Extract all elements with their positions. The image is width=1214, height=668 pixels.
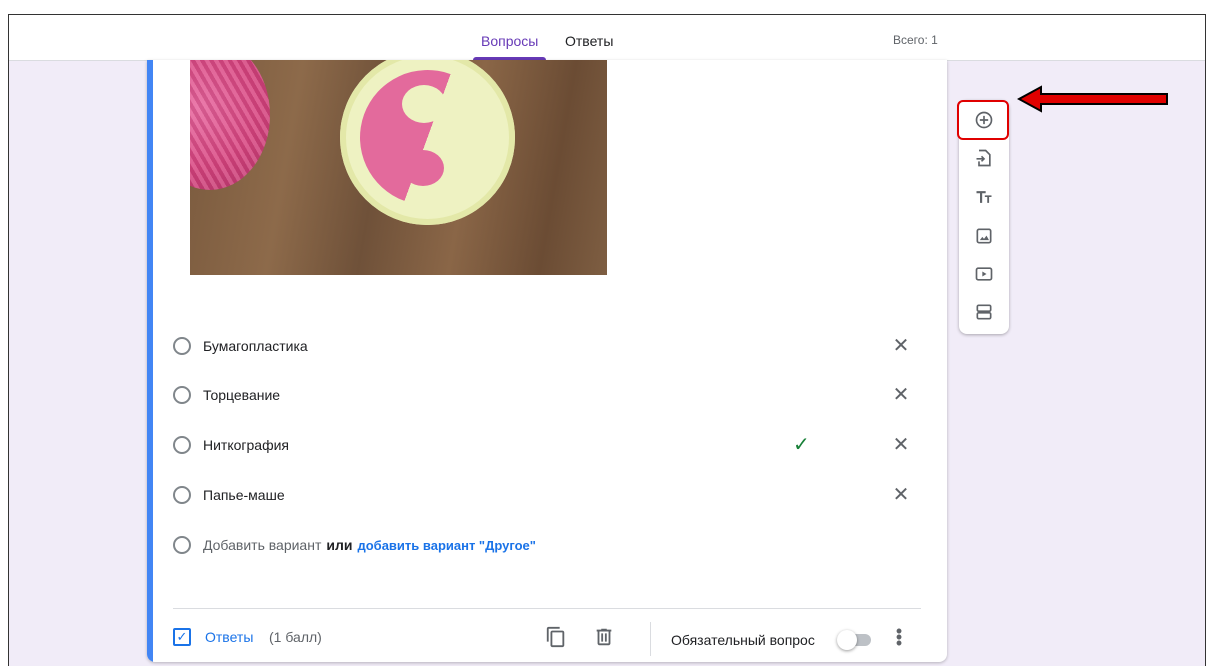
points-label: (1 балл) (269, 629, 322, 645)
answer-key-icon[interactable]: ✓ (173, 628, 191, 646)
tab-questions[interactable]: Вопросы (473, 33, 547, 60)
add-question-highlight (957, 100, 1009, 140)
add-other-option-link[interactable]: добавить вариант "Другое" (357, 538, 535, 553)
add-video-icon[interactable] (972, 262, 996, 286)
option-label[interactable]: Папье-маше (203, 487, 285, 503)
tab-responses[interactable]: Ответы (557, 33, 621, 60)
more-options-icon[interactable]: • • • (895, 622, 903, 652)
radio-button (173, 386, 191, 404)
option-4[interactable]: Папье-маше (173, 483, 285, 507)
app-frame: Вопросы Ответы Всего: 1 Бумагопластика ✕… (8, 14, 1206, 666)
active-card-stripe (147, 60, 153, 662)
add-image-icon[interactable] (972, 224, 996, 248)
total-count: Всего: 1 (893, 33, 938, 47)
radio-button (173, 486, 191, 504)
required-toggle[interactable] (837, 630, 873, 650)
add-section-icon[interactable] (972, 300, 996, 324)
add-option-row: Добавить вариант или добавить вариант "Д… (173, 533, 536, 557)
option-label[interactable]: Бумагопластика (203, 338, 308, 354)
remove-option-2-icon[interactable]: ✕ (889, 383, 913, 407)
required-label: Обязательный вопрос (671, 632, 815, 648)
option-label[interactable]: Торцевание (203, 387, 280, 403)
yarn-ball (190, 60, 270, 190)
radio-button (173, 436, 191, 454)
annotation-arrow-icon (1017, 85, 1168, 113)
footer-separator (650, 622, 651, 656)
correct-answer-check-icon: ✓ (793, 434, 810, 456)
answer-key-button[interactable]: Ответы (205, 629, 253, 645)
top-bar: Вопросы Ответы Всего: 1 (9, 15, 1205, 61)
option-label[interactable]: Ниткография (203, 437, 289, 453)
option-2[interactable]: Торцевание (173, 383, 280, 407)
import-questions-icon[interactable] (972, 146, 996, 170)
footer-divider (173, 608, 921, 609)
remove-option-3-icon[interactable]: ✕ (889, 433, 913, 457)
yin-yang-coaster (340, 60, 515, 225)
or-label: или (326, 537, 353, 553)
radio-button (173, 536, 191, 554)
option-1[interactable]: Бумагопластика (173, 334, 308, 358)
radio-button (173, 337, 191, 355)
question-image[interactable] (190, 60, 607, 275)
question-footer: ✓ Ответы (1 балл) Обязательный вопрос • •… (147, 620, 947, 660)
add-title-icon[interactable] (972, 185, 996, 209)
option-3[interactable]: Ниткография (173, 433, 289, 457)
remove-option-1-icon[interactable]: ✕ (889, 334, 913, 358)
duplicate-icon[interactable] (545, 626, 567, 648)
remove-option-4-icon[interactable]: ✕ (889, 483, 913, 507)
delete-icon[interactable] (593, 626, 615, 648)
add-option-button[interactable]: Добавить вариант (203, 537, 321, 553)
question-card[interactable]: Бумагопластика ✕ Торцевание ✕ Ниткографи… (147, 60, 947, 662)
